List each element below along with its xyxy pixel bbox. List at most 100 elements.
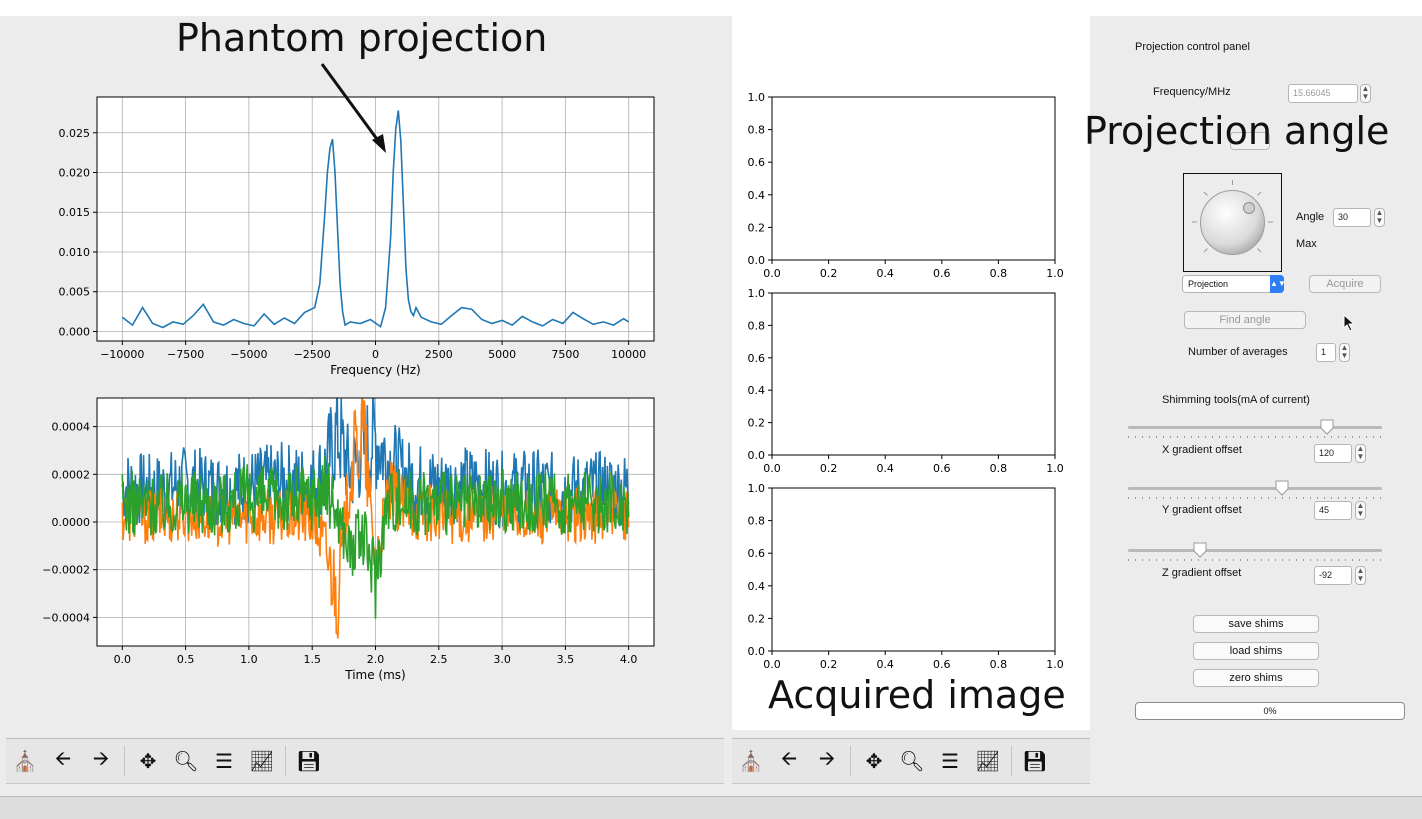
y-offset-label: Y gradient offset (1162, 504, 1242, 516)
x-tick-label: −2500 (294, 348, 331, 361)
x-tick-label: −7500 (167, 348, 204, 361)
x-tick-label: 2500 (425, 348, 453, 361)
configure-subplots-icon[interactable]: ☰ (931, 743, 969, 779)
forward-arrow-icon[interactable]: 🡪 (808, 743, 846, 779)
x-tick-label: 0.0 (763, 462, 781, 475)
z-offset-input[interactable]: -92 (1314, 566, 1352, 585)
projection-control-panel: Projection control panel Frequency/MHz 1… (1084, 16, 1422, 796)
slider-thumb-icon[interactable] (1275, 480, 1289, 496)
x-tick-label: 1.5 (303, 653, 321, 666)
z-gradient-slider[interactable] (1128, 542, 1382, 567)
x-tick-label: 5000 (488, 348, 516, 361)
configure-subplots-icon[interactable]: ☰ (205, 743, 243, 779)
slider-track (1128, 549, 1382, 552)
frequency-stepper-icon[interactable]: ▲ ▼ (1360, 84, 1371, 103)
shimming-title: Shimming tools(mA of current) (1162, 394, 1310, 406)
x-tick-label: 0.0 (763, 267, 781, 280)
x-tick-label: 3.0 (493, 653, 511, 666)
zoom-icon[interactable]: 🔍︎ (167, 743, 205, 779)
angle-input[interactable]: 30 (1333, 208, 1371, 227)
angle-dial-icon[interactable] (1184, 174, 1281, 271)
caption-acquired-image: Acquired image (768, 673, 1066, 717)
y-tick-label: −0.0002 (42, 564, 90, 577)
y-tick-label: −0.0004 (42, 611, 90, 624)
x-offset-input[interactable]: 120 (1314, 444, 1352, 463)
x-tick-label: 0.0 (114, 653, 132, 666)
y-tick-label: 1.0 (748, 91, 766, 104)
acquire-button[interactable]: Acquire (1309, 275, 1381, 293)
x-offset-stepper-icon[interactable]: ▲ ▼ (1355, 444, 1366, 463)
back-arrow-icon[interactable]: 🡨 (44, 743, 82, 779)
caption-projection-angle: Projection angle (1084, 109, 1390, 153)
x-tick-label: 0.5 (177, 653, 195, 666)
y-tick-label: 0.2 (748, 417, 766, 430)
edit-axes-icon[interactable]: 📈︎ (243, 743, 281, 779)
home-icon[interactable]: ⛪ (732, 743, 770, 779)
edit-axes-icon[interactable]: 📈︎ (969, 743, 1007, 779)
y-tick-label: 0.2 (748, 612, 766, 625)
y-tick-label: 0.0004 (52, 421, 91, 434)
x-tick-label: 1.0 (1046, 658, 1064, 671)
zero-shims-button[interactable]: zero shims (1193, 669, 1319, 687)
save-shims-button[interactable]: save shims (1193, 615, 1319, 633)
middle-navigation-toolbar: ⛪ 🡨 🡪 ✥ 🔍︎ ☰ 📈︎ 💾︎ (732, 738, 1090, 784)
slider-thumb-icon[interactable] (1193, 542, 1207, 558)
y-tick-label: 0.4 (748, 384, 766, 397)
progress-bar: 0% (1135, 702, 1405, 720)
y-offset-stepper-icon[interactable]: ▲ ▼ (1355, 501, 1366, 520)
status-bar (0, 796, 1422, 819)
zoom-icon[interactable]: 🔍︎ (893, 743, 931, 779)
x-tick-label: 0.8 (990, 462, 1008, 475)
averages-label: Number of averages (1188, 346, 1288, 358)
max-label: Max (1296, 238, 1317, 250)
slider-track (1128, 426, 1382, 429)
y-tick-label: 1.0 (748, 482, 766, 495)
y-tick-label: 0.0002 (52, 468, 91, 481)
z-offset-stepper-icon[interactable]: ▲ ▼ (1355, 566, 1366, 585)
slider-track (1128, 487, 1382, 490)
x-tick-label: 0.4 (876, 658, 894, 671)
x-tick-label: 3.5 (557, 653, 575, 666)
y-tick-label: 0.0000 (52, 516, 91, 529)
x-tick-label: 0.0 (763, 658, 781, 671)
y-tick-label: 0.010 (59, 246, 91, 259)
x-tick-label: 10000 (611, 348, 646, 361)
toolbar-separator (1011, 746, 1012, 776)
y-tick-label: 0.6 (748, 352, 766, 365)
pan-icon[interactable]: ✥ (855, 743, 893, 779)
acquired-image-canvas[interactable]: 0.0 0.2 0.4 0.6 0.8 1.0 0.0 0.2 0.4 0.6 0.8 1.0 0.0 0… (732, 16, 1090, 730)
y-tick-label: 0.005 (59, 286, 91, 299)
angle-dial-frame (1183, 173, 1282, 272)
slider-ticks (1128, 497, 1382, 499)
x-tick-label: 0.6 (933, 462, 951, 475)
forward-arrow-icon[interactable]: 🡪 (82, 743, 120, 779)
angle-stepper-icon[interactable]: ▲ ▼ (1374, 208, 1385, 227)
window-top-strip (0, 0, 1422, 16)
find-angle-button[interactable]: Find angle (1184, 311, 1306, 329)
y-tick-label: 0.2 (748, 221, 766, 234)
x-tick-label: 2.5 (430, 653, 448, 666)
toolbar-separator (285, 746, 286, 776)
x-tick-label: 0.4 (876, 267, 894, 280)
save-icon[interactable]: 💾︎ (290, 743, 328, 779)
averages-stepper-icon[interactable]: ▲ ▼ (1339, 343, 1350, 362)
x-tick-label: −10000 (100, 348, 144, 361)
load-shims-button[interactable]: load shims (1193, 642, 1319, 660)
frequency-input[interactable]: 15.66045 (1288, 84, 1358, 103)
mode-select[interactable]: Projection ▲▼ (1182, 275, 1286, 293)
x-tick-label: 0 (372, 348, 379, 361)
x-gradient-slider[interactable] (1128, 419, 1382, 444)
x-tick-label: 0.2 (820, 658, 838, 671)
pan-icon[interactable]: ✥ (129, 743, 167, 779)
averages-input[interactable]: 1 (1316, 343, 1336, 362)
back-arrow-icon[interactable]: 🡨 (770, 743, 808, 779)
y-tick-label: 0.8 (748, 515, 766, 528)
save-icon[interactable]: 💾︎ (1016, 743, 1054, 779)
home-icon[interactable]: ⛪ (6, 743, 44, 779)
x-tick-label: 2.0 (367, 653, 385, 666)
left-navigation-toolbar: ⛪ 🡨 🡪 ✥ 🔍︎ ☰ 📈︎ 💾︎ (6, 738, 724, 784)
x-tick-label: 1.0 (240, 653, 258, 666)
x-axis-label: Time (ms) (344, 668, 406, 682)
y-offset-input[interactable]: 45 (1314, 501, 1352, 520)
slider-thumb-icon[interactable] (1320, 419, 1334, 435)
